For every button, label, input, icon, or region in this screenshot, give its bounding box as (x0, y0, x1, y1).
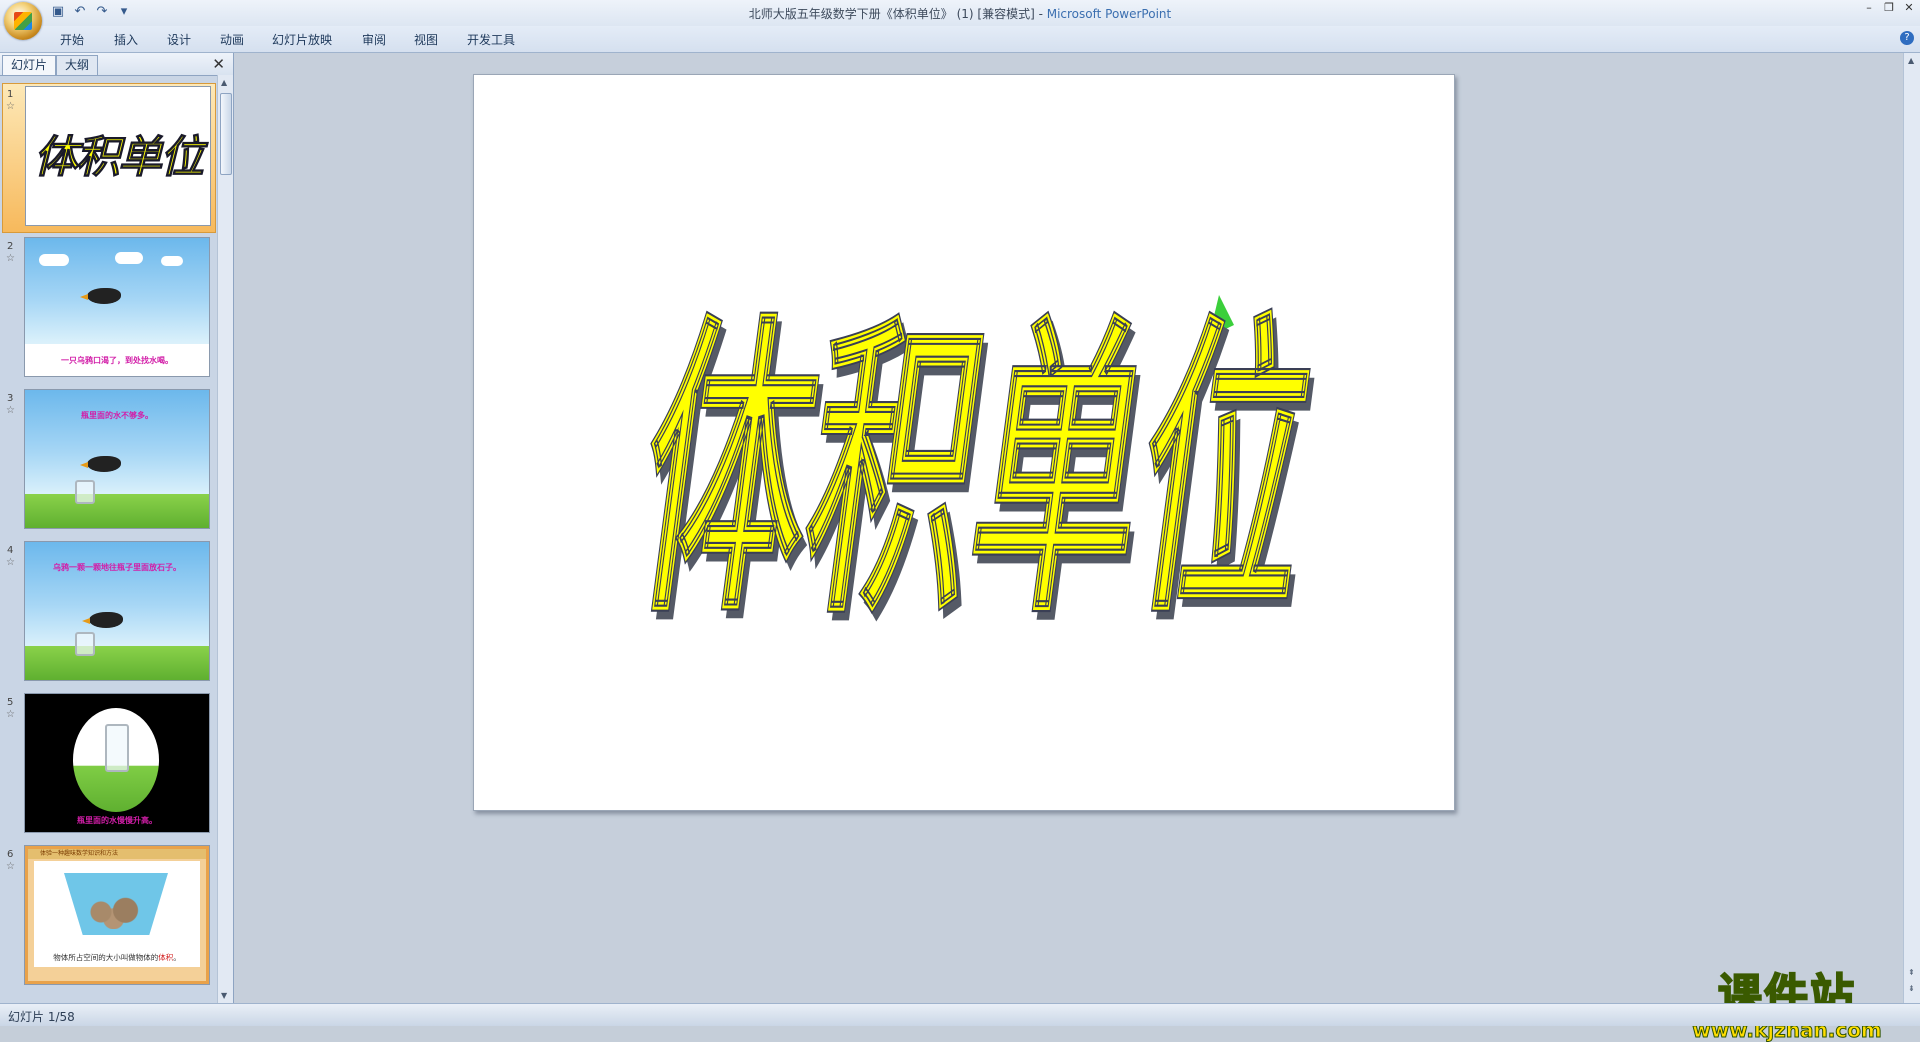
thumbnail-image: 瓶里面的水慢慢升高。 (24, 693, 210, 833)
slide-editor: 体积单位 体积单位 课件站 www.kjzhan.com ▲ ⇞ ⇟ (234, 53, 1920, 1042)
animation-star-icon: ☆ (6, 253, 15, 264)
animation-star-icon: ☆ (6, 101, 15, 112)
tab-view[interactable]: 视图 (414, 31, 438, 48)
scroll-up-icon[interactable]: ▲ (1908, 56, 1914, 65)
tab-developer[interactable]: 开发工具 (467, 31, 515, 48)
thumbnail-header: 体验一种趣味数学知识和方法 (28, 849, 206, 859)
window-title-main: 北师大版五年级数学下册《体积单位》 (1) [兼容模式] - (748, 7, 1047, 21)
thumbnail-image: 一只乌鸦口渴了，到处找水喝。 (24, 237, 210, 377)
thumbnail-caption: 物体所占空间的大小叫做物体的体积。 (34, 952, 200, 963)
grass-ground (25, 494, 209, 528)
thumbnail-image: 体验一种趣味数学知识和方法 物体所占空间的大小叫做物体的体积。 (24, 845, 210, 985)
office-button[interactable] (4, 2, 42, 40)
crow-image (80, 456, 121, 472)
slide-number: 6 (7, 849, 14, 860)
thumbnail-title: 体积单位 (34, 133, 205, 183)
slide-scrollbar[interactable]: ▲ ⇞ ⇟ (1903, 53, 1920, 1003)
thumbnail-scrollbar[interactable]: ▲ ▼ (217, 75, 233, 1003)
animation-star-icon: ☆ (6, 861, 15, 872)
thumbnail-image: 瓶里面的水不够多。 (24, 389, 210, 529)
help-icon[interactable]: ? (1900, 31, 1914, 45)
animation-star-icon: ☆ (6, 557, 15, 568)
scroll-down-icon[interactable]: ▼ (221, 991, 227, 1000)
animation-star-icon: ☆ (6, 405, 15, 416)
slide-number: 4 (7, 545, 14, 556)
jar-image (75, 632, 95, 656)
crow-image (82, 612, 123, 628)
jar-image (105, 724, 129, 772)
tab-insert[interactable]: 插入 (114, 31, 138, 48)
scroll-up-icon[interactable]: ▲ (221, 78, 227, 87)
cloud-shape (39, 254, 69, 266)
title-bar: ▣ ↶ ↷ ▾ 北师大版五年级数学下册《体积单位》 (1) [兼容模式] - M… (0, 0, 1920, 40)
tab-design[interactable]: 设计 (167, 31, 191, 48)
cloud-shape (115, 252, 143, 264)
caption-highlight: 体积 (158, 953, 174, 962)
slides-pane: 幻灯片 大纲 ✕ 1 ☆ 体积单位 2 ☆ 一只乌鸦口渴了，到处找水喝。 3 ☆… (0, 53, 234, 1003)
close-pane-icon[interactable]: ✕ (212, 55, 225, 73)
tab-slides[interactable]: 幻灯片 (2, 55, 57, 75)
previous-slide-icon[interactable]: ⇞ (1908, 968, 1915, 977)
thumbnail-caption: 一只乌鸦口渴了，到处找水喝。 (61, 356, 173, 365)
next-slide-icon[interactable]: ⇟ (1908, 984, 1915, 993)
caption-end: 。 (173, 953, 181, 962)
thumbnail-caption: 瓶里面的水慢慢升高。 (77, 816, 157, 825)
window-title: 北师大版五年级数学下册《体积单位》 (1) [兼容模式] - Microsoft… (0, 5, 1920, 22)
tab-slideshow[interactable]: 幻灯片放映 (272, 31, 332, 48)
close-icon[interactable]: ✕ (1902, 2, 1916, 14)
pane-tabs: 幻灯片 大纲 ✕ (0, 53, 233, 76)
ribbon-tabs: 开始 插入 设计 动画 幻灯片放映 审阅 视图 开发工具 ? (0, 26, 1920, 53)
slide-number: 5 (7, 697, 14, 708)
scroll-thumb[interactable] (220, 93, 232, 175)
window-controls: – ❐ ✕ (1862, 2, 1916, 14)
tab-animations[interactable]: 动画 (220, 31, 244, 48)
thumbnail-image: 乌鸦一颗一颗地往瓶子里面放石子。 (24, 541, 210, 681)
slide-number: 3 (7, 393, 14, 404)
current-slide[interactable]: 体积单位 体积单位 (473, 74, 1455, 811)
framed-background: 体验一种趣味数学知识和方法 物体所占空间的大小叫做物体的体积。 (25, 846, 209, 984)
thumbnail-caption: 乌鸦一颗一颗地往瓶子里面放石子。 (53, 563, 181, 572)
window-title-app: Microsoft PowerPoint (1046, 7, 1172, 21)
slide-number: 2 (7, 241, 14, 252)
rocks-image (80, 895, 150, 929)
jar-image (75, 480, 95, 504)
status-bar: 幻灯片 1/58 (0, 1003, 1920, 1026)
tab-home[interactable]: 开始 (60, 31, 84, 48)
slide-title: 体积单位 (622, 289, 1332, 656)
tab-review[interactable]: 审阅 (362, 31, 386, 48)
slide-number: 1 (7, 89, 14, 100)
thumbnail-list: 1 ☆ 体积单位 2 ☆ 一只乌鸦口渴了，到处找水喝。 3 ☆ 瓶里面的水不够多… (0, 77, 218, 1003)
thumbnail-image: 体积单位 (25, 86, 211, 226)
animation-star-icon: ☆ (6, 709, 15, 720)
thumbnail-caption: 瓶里面的水不够多。 (81, 411, 153, 420)
restore-icon[interactable]: ❐ (1882, 2, 1896, 14)
tab-outline[interactable]: 大纲 (56, 55, 99, 75)
frame-body: 物体所占空间的大小叫做物体的体积。 (34, 861, 200, 967)
crow-image (80, 288, 121, 304)
cloud-shape (161, 256, 183, 266)
grass-ground (25, 646, 209, 680)
slide-counter: 幻灯片 1/58 (8, 1010, 75, 1024)
caption-text: 物体所占空间的大小叫做物体的 (53, 953, 159, 962)
minimize-icon[interactable]: – (1862, 2, 1876, 14)
office-logo-icon (14, 12, 32, 30)
wordart-title[interactable]: 体积单位 体积单位 (474, 75, 1454, 810)
